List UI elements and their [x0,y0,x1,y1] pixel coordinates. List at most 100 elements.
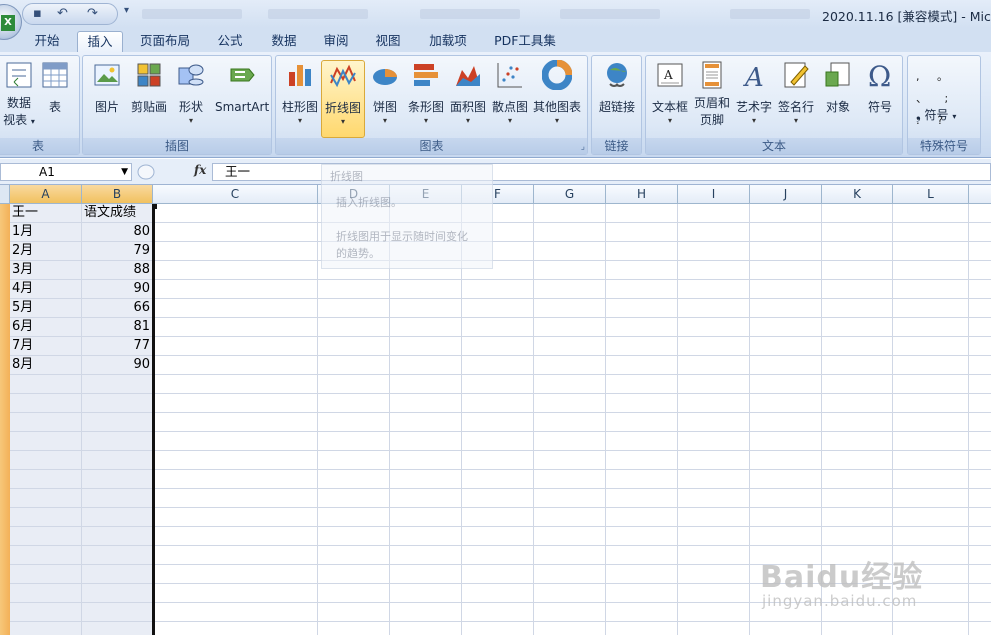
cell[interactable] [606,394,678,413]
cell[interactable] [750,318,822,337]
cell[interactable] [822,261,893,280]
cell[interactable] [969,204,991,223]
cell[interactable] [678,603,750,622]
cell[interactable] [678,622,750,635]
cell[interactable] [462,356,534,375]
cell[interactable]: 6月 [10,318,82,337]
cell[interactable] [534,489,606,508]
cell[interactable] [969,413,991,432]
name-box[interactable]: A1 ▼ [0,163,132,181]
tab-review[interactable]: 审阅 [314,31,358,52]
cell[interactable] [534,280,606,299]
cell[interactable] [606,508,678,527]
cell[interactable] [82,527,153,546]
cell[interactable] [969,299,991,318]
cell[interactable] [82,603,153,622]
cell[interactable] [678,584,750,603]
cell[interactable] [893,375,969,394]
cell[interactable] [10,489,82,508]
cell[interactable] [534,375,606,394]
cell[interactable] [750,375,822,394]
cell[interactable] [969,432,991,451]
cell[interactable] [678,527,750,546]
cell[interactable]: 90 [82,280,153,299]
cell[interactable] [822,223,893,242]
cell[interactable] [969,565,991,584]
column-chart-button[interactable]: 柱形图 ▾ [278,60,322,126]
cell[interactable] [153,584,318,603]
cell[interactable] [462,584,534,603]
column-header-c[interactable]: C [153,185,318,204]
cell[interactable] [318,318,390,337]
cell[interactable] [462,451,534,470]
cell[interactable] [606,546,678,565]
cell[interactable] [606,223,678,242]
cell[interactable] [534,470,606,489]
cell[interactable] [750,470,822,489]
qat-customize-icon[interactable]: ▾ [124,5,129,16]
cell[interactable]: 79 [82,242,153,261]
cell[interactable] [153,565,318,584]
cell[interactable] [969,470,991,489]
cell[interactable] [318,527,390,546]
cell[interactable] [534,432,606,451]
cell[interactable] [750,204,822,223]
cell[interactable] [390,432,462,451]
cell[interactable] [893,261,969,280]
cell[interactable] [534,508,606,527]
bar-chart-button[interactable]: 条形图 ▾ [404,60,448,126]
cell[interactable] [153,318,318,337]
cell[interactable] [969,337,991,356]
cell[interactable] [606,356,678,375]
symbol-button[interactable]: Ω 符号 [858,60,902,116]
cell[interactable] [750,242,822,261]
cell[interactable] [318,394,390,413]
cell[interactable] [153,546,318,565]
cell[interactable] [678,242,750,261]
cell[interactable] [678,261,750,280]
cell[interactable] [82,622,153,635]
formula-bar-handle-icon[interactable] [136,163,176,181]
cell[interactable] [678,508,750,527]
cell[interactable] [822,280,893,299]
cell[interactable] [153,622,318,635]
cell[interactable] [678,489,750,508]
cell[interactable] [390,451,462,470]
cell[interactable] [606,299,678,318]
cell[interactable] [318,432,390,451]
cell[interactable] [10,622,82,635]
row-header-strip[interactable] [0,204,10,635]
cell[interactable] [678,413,750,432]
cell[interactable] [10,413,82,432]
cell[interactable] [750,508,822,527]
cell[interactable] [750,356,822,375]
cell[interactable] [318,280,390,299]
cell[interactable] [318,299,390,318]
cell[interactable] [606,280,678,299]
cell[interactable] [969,318,991,337]
cell[interactable]: 2月 [10,242,82,261]
cell[interactable] [534,356,606,375]
cell[interactable] [606,603,678,622]
cell[interactable] [10,432,82,451]
cell[interactable] [82,584,153,603]
cell[interactable] [390,280,462,299]
cell[interactable] [153,337,318,356]
cell[interactable]: 66 [82,299,153,318]
cell[interactable] [390,394,462,413]
cell[interactable] [534,584,606,603]
area-chart-button[interactable]: 面积图 ▾ [446,60,490,126]
cell[interactable] [969,242,991,261]
cell[interactable] [893,337,969,356]
cell[interactable] [534,413,606,432]
cell[interactable] [750,451,822,470]
cell[interactable] [969,527,991,546]
cell[interactable] [390,318,462,337]
cell[interactable]: 1月 [10,223,82,242]
cell[interactable] [153,527,318,546]
cell[interactable] [678,451,750,470]
cell[interactable] [462,337,534,356]
cell[interactable] [678,280,750,299]
tab-data[interactable]: 数据 [262,31,306,52]
cell[interactable] [678,394,750,413]
